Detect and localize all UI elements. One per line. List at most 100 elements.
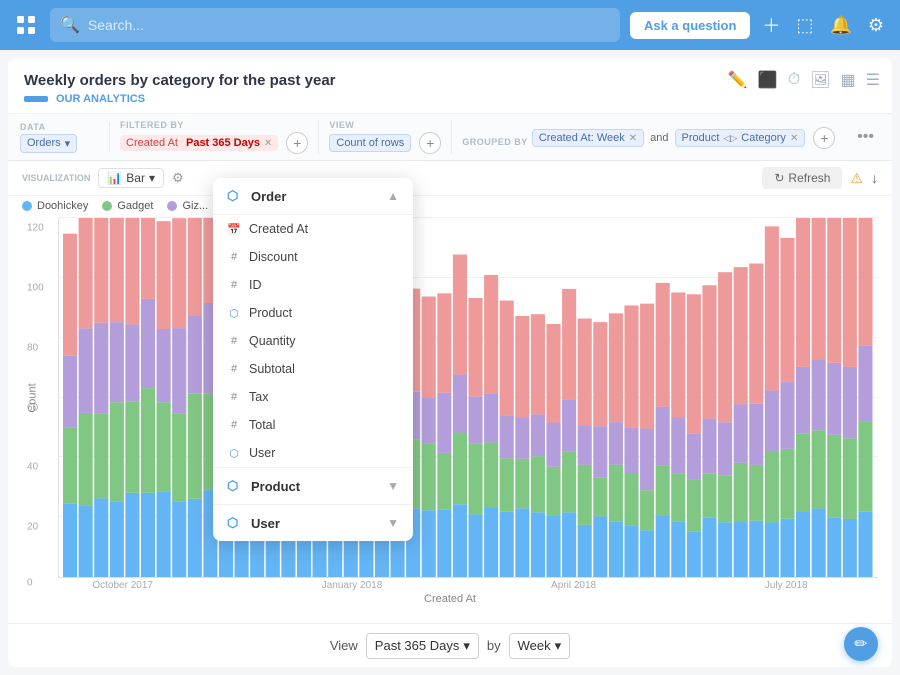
grid-icon[interactable]: ▦ (841, 70, 856, 90)
legend-giz: Giz... (167, 200, 208, 212)
field-user-label: User (249, 446, 275, 460)
filter-section: FILTERED BY Created At Past 365 Days ✕ + (110, 120, 319, 154)
share-icon[interactable]: ⬛ (758, 70, 778, 90)
filter-remove-btn[interactable]: ✕ (264, 138, 272, 149)
week-remove-btn[interactable]: ✕ (629, 133, 637, 144)
add-icon[interactable]: ＋ (758, 8, 784, 42)
topbar-actions: Ask a question ＋ ⬚ 🔔 ⚙ (630, 8, 888, 42)
grouped-week-chip[interactable]: Created At: Week ✕ (532, 129, 644, 147)
view-label: View (330, 638, 358, 653)
field-product-label: Product (249, 306, 292, 320)
legend-doohickey: Doohickey (22, 200, 88, 212)
ask-question-button[interactable]: Ask a question (630, 12, 750, 39)
data-value: Orders ▾ (20, 134, 99, 153)
filter-chip[interactable]: Created At Past 365 Days ✕ (120, 135, 278, 151)
field-created-at-label: Created At (249, 222, 308, 236)
x-axis-labels: October 2017 January 2018 April 2018 Jul… (8, 580, 892, 591)
user-link-icon: ⬡ (227, 446, 241, 460)
settings-icon[interactable]: ⚙ (864, 11, 888, 40)
order-section-header[interactable]: ⬡ Order ▲ (213, 178, 413, 215)
field-quantity[interactable]: # Quantity (213, 327, 413, 355)
gadget-label: Gadget (117, 200, 153, 212)
y-tick-60: 60 (27, 402, 38, 413)
refresh-button[interactable]: ↻ Refresh (762, 167, 842, 189)
subtitle-icon (24, 96, 48, 102)
view-chip[interactable]: Count of rows (329, 134, 411, 152)
add-group-btn[interactable]: + (813, 127, 835, 149)
x-label-oct: October 2017 (92, 580, 153, 591)
chart-svg (59, 218, 878, 577)
app-logo[interactable] (12, 11, 40, 39)
add-view-btn[interactable]: + (419, 132, 441, 154)
bookmark-icon[interactable]: ⬚ (792, 11, 817, 40)
grouped-label: GROUPED BY (462, 137, 528, 147)
period-chevron: ▾ (463, 638, 470, 654)
y-tick-120: 120 (27, 223, 44, 234)
query-bar: DATA Orders ▾ FILTERED BY Created At Pas… (8, 114, 892, 161)
more-options-btn[interactable]: ••• (851, 126, 880, 148)
legend-gadget: Gadget (102, 200, 153, 212)
field-user[interactable]: ⬡ User (213, 439, 413, 467)
interval-selector[interactable]: Week ▾ (509, 633, 571, 659)
field-picker-dropdown: ⬡ Order ▲ 📅 Created At # Discount # ID ⬡… (213, 178, 413, 541)
field-created-at[interactable]: 📅 Created At (213, 215, 413, 243)
view-label: VIEW (329, 120, 441, 130)
history-icon[interactable]: ⏱ (788, 71, 800, 89)
interval-chevron: ▾ (555, 638, 562, 654)
chart-inner: 20 40 60 80 100 120 0 (58, 218, 878, 578)
download-icon[interactable]: ↓ (871, 170, 878, 186)
chart-legend: Doohickey Gadget Giz... (8, 196, 892, 218)
grouped-value: Created At: Week ✕ and Product ◁▷ Catego… (532, 127, 836, 149)
viz-settings-icon[interactable]: ⚙ (172, 170, 184, 186)
hash-icon-5: # (227, 390, 241, 404)
field-id[interactable]: # ID (213, 271, 413, 299)
field-tax[interactable]: # Tax (213, 383, 413, 411)
order-collapse-icon: ▲ (387, 189, 399, 203)
user-section-icon: ⬡ (227, 515, 243, 531)
field-total[interactable]: # Total (213, 411, 413, 439)
field-subtotal[interactable]: # Subtotal (213, 355, 413, 383)
user-section-header[interactable]: ⬡ User ▼ (213, 504, 413, 541)
field-tax-label: Tax (249, 390, 268, 404)
bar-chart-icon: 📊 (107, 171, 122, 185)
viz-bar: VISUALIZATION 📊 Bar ▾ ⚙ ↻ Refresh ⚠ ↓ (8, 161, 892, 196)
grouped-product-chip[interactable]: Product ◁▷ Category ✕ (675, 129, 806, 147)
x-label-jan: January 2018 (322, 580, 383, 591)
y-tick-100: 100 (27, 282, 44, 293)
menu-icon[interactable]: ☰ (866, 70, 880, 90)
y-tick-0: 0 (27, 578, 33, 589)
search-bar[interactable]: 🔍 (50, 8, 620, 42)
action-fab[interactable]: ✏ (844, 627, 878, 661)
view-value: Count of rows + (329, 132, 441, 154)
add-filter-btn[interactable]: + (286, 132, 308, 154)
y-tick-40: 40 (27, 462, 38, 473)
product-section-header[interactable]: ⬡ Product ▼ (213, 467, 413, 504)
orders-chip[interactable]: Orders ▾ (20, 134, 77, 153)
hash-icon-3: # (227, 334, 241, 348)
hash-icon-4: # (227, 362, 241, 376)
period-selector[interactable]: Past 365 Days ▾ (366, 633, 479, 659)
order-icon: ⬡ (227, 188, 243, 204)
field-discount[interactable]: # Discount (213, 243, 413, 271)
field-discount-label: Discount (249, 250, 298, 264)
main-card: Weekly orders by category for the past y… (8, 58, 892, 667)
field-quantity-label: Quantity (249, 334, 296, 348)
viz-type-selector[interactable]: 📊 Bar ▾ (98, 168, 164, 188)
subtitle: OUR ANALYTICS (24, 93, 876, 105)
doohickey-color (22, 201, 32, 211)
search-input[interactable] (88, 17, 610, 33)
bell-icon[interactable]: 🔔 (825, 11, 855, 40)
product-remove-btn[interactable]: ✕ (790, 133, 798, 144)
edit-icon[interactable]: ✏️ (728, 70, 748, 90)
and-text: and (650, 132, 668, 144)
filter-value: Created At Past 365 Days ✕ + (120, 132, 308, 154)
viz-label: VISUALIZATION (22, 173, 90, 183)
product-expand-icon: ▼ (387, 479, 399, 493)
x-axis-title: Created At (8, 591, 892, 609)
x-label-jul: July 2018 (765, 580, 808, 591)
image-icon[interactable]: 🖼 (810, 70, 830, 90)
product-section-label: Product (251, 479, 300, 494)
viz-chevron: ▾ (149, 171, 155, 185)
field-product[interactable]: ⬡ Product (213, 299, 413, 327)
data-section: DATA Orders ▾ (20, 122, 110, 153)
